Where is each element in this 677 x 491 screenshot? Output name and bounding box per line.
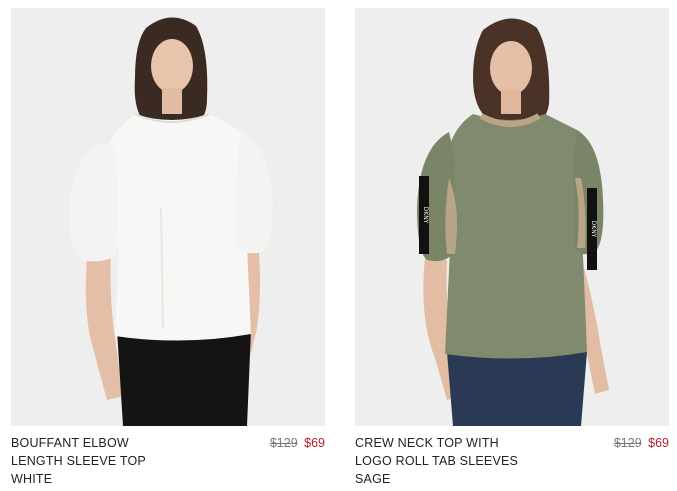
sale-price: $69 [648,436,669,450]
product-card[interactable]: DKNY DKNY CREW NECK TOP WITH LOGO ROLL T… [355,8,669,486]
product-info: CREW NECK TOP WITH LOGO ROLL TAB SLEEVES… [355,434,669,486]
sale-price: $69 [304,436,325,450]
product-image[interactable] [11,8,325,426]
product-name-line: LENGTH SLEEVE TOP [11,454,146,468]
product-name[interactable]: BOUFFANT ELBOW LENGTH SLEEVE TOP WHITE [11,434,211,488]
product-name-line: CREW NECK TOP WITH [355,436,499,450]
product-name[interactable]: CREW NECK TOP WITH LOGO ROLL TAB SLEEVES… [355,434,555,488]
original-price: $129 [613,436,642,450]
product-image[interactable]: DKNY DKNY [355,8,669,426]
product-price: $129 $69 [614,434,669,452]
product-name-line: LOGO ROLL TAB SLEEVES [355,454,519,468]
product-color: WHITE [11,472,53,486]
logo-tab-text: DKNY [590,221,597,238]
product-info: BOUFFANT ELBOW LENGTH SLEEVE TOP WHITE $… [11,434,325,486]
product-name-line: BOUFFANT ELBOW [11,436,129,450]
product-card[interactable]: BOUFFANT ELBOW LENGTH SLEEVE TOP WHITE $… [11,8,325,486]
model-sage-top-photo: DKNY DKNY [355,8,669,426]
product-grid: BOUFFANT ELBOW LENGTH SLEEVE TOP WHITE $… [11,8,671,486]
logo-tab-text: DKNY [422,207,429,224]
product-color: SAGE [355,472,391,486]
original-price: $129 [269,436,298,450]
model-white-top-photo [11,8,325,426]
product-price: $129 $69 [270,434,325,452]
